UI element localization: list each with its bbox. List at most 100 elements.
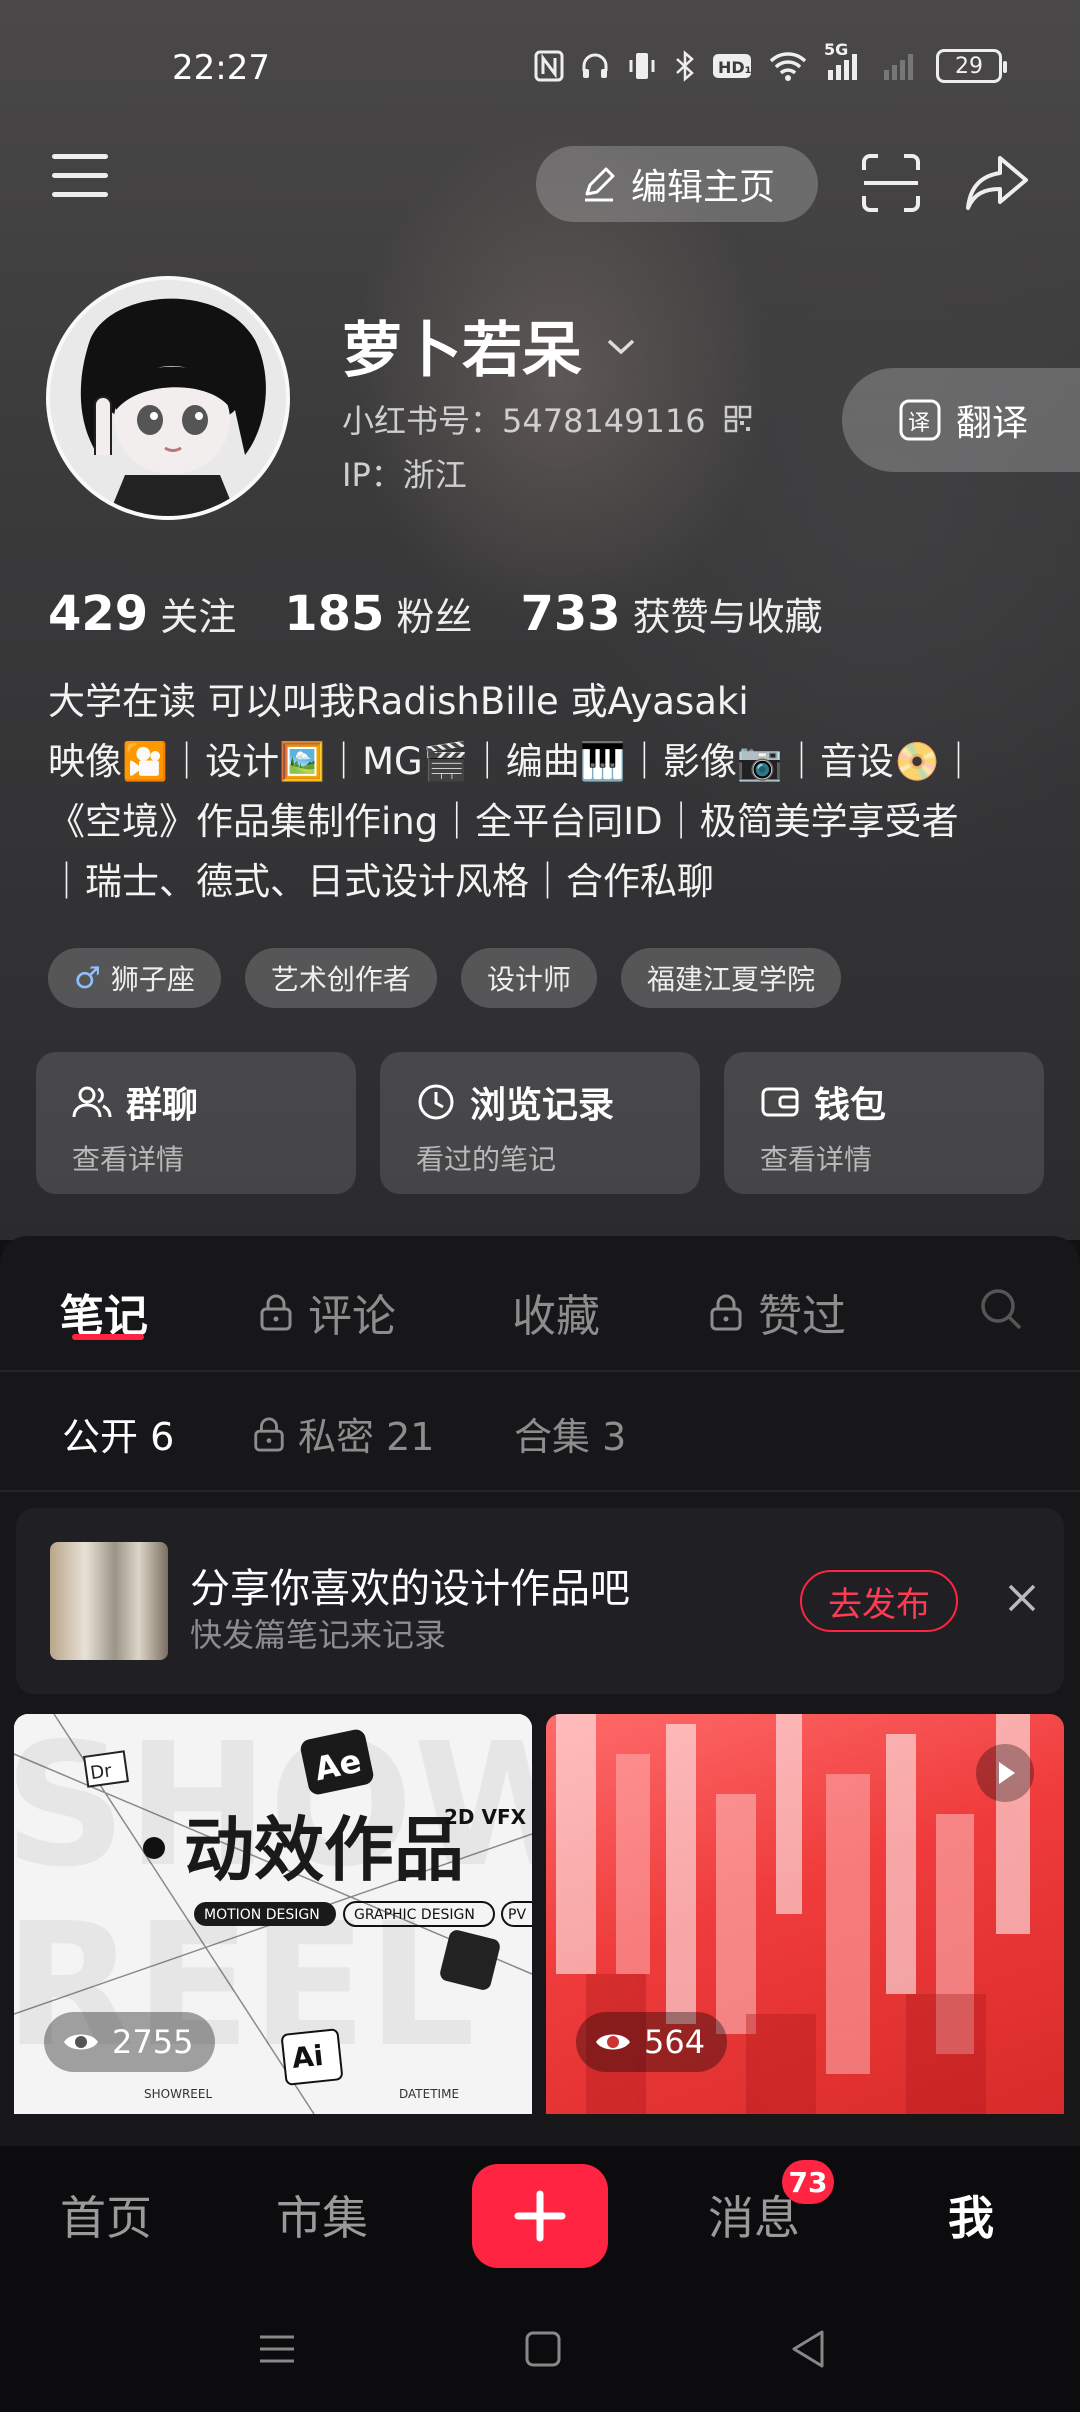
nav-me[interactable]: 我: [948, 2182, 994, 2248]
edit-profile-button[interactable]: 编辑主页: [536, 146, 818, 222]
wifi-icon: [768, 46, 808, 86]
hd-text: HD₁: [718, 58, 752, 77]
signal-2-icon: [880, 46, 920, 86]
card-subtitle: 查看详情: [760, 1143, 873, 1176]
tab-comments[interactable]: 评论: [258, 1280, 396, 1344]
nav-home[interactable]: 首页: [60, 2182, 152, 2248]
stat-following[interactable]: 429 关注: [48, 586, 236, 642]
chevron-down-icon[interactable]: [606, 326, 636, 366]
stat-value: 185: [284, 586, 385, 642]
ip-location: IP：浙江: [342, 456, 467, 494]
bio-line: ｜瑞士、德式、日式设计风格｜合作私聊: [48, 860, 714, 903]
scan-icon[interactable]: [860, 152, 922, 214]
home-icon[interactable]: [520, 2326, 566, 2372]
active-tab-indicator: [72, 1334, 144, 1340]
gender-male-icon: ♂: [74, 960, 101, 996]
eye-icon: [596, 2034, 630, 2050]
promo-title: 分享你喜欢的设计作品吧: [190, 1566, 630, 1612]
stat-followers[interactable]: 185 粉丝: [284, 586, 472, 642]
bio: 大学在读 可以叫我RadishBille 或Ayasaki 映像🎦｜设计🖼️｜M…: [48, 672, 1058, 912]
cover-headline: 动效作品: [184, 1809, 464, 1891]
nav-market[interactable]: 市集: [276, 2182, 368, 2248]
publish-button[interactable]: 去发布: [800, 1570, 958, 1632]
message-badge: 73: [782, 2160, 834, 2204]
card-subtitle: 查看详情: [72, 1143, 185, 1176]
recent-apps-icon[interactable]: [254, 2326, 300, 2372]
cover-pill: PV: [508, 1907, 526, 1923]
tab-label: 评论: [308, 1291, 396, 1342]
subtab-private[interactable]: 私密 21: [252, 1406, 434, 1461]
svg-text:Dr: Dr: [89, 1760, 114, 1784]
headphones-icon: [580, 46, 610, 86]
close-icon[interactable]: [1000, 1576, 1044, 1620]
wallet-card[interactable]: 钱包 查看详情: [724, 1052, 1044, 1194]
profile-tags: ♂ 狮子座 艺术创作者 设计师 福建江夏学院: [48, 948, 841, 1008]
group-chat-card[interactable]: 群聊 查看详情: [36, 1052, 356, 1194]
view-count: 2755: [112, 2023, 194, 2061]
subtab-label: 公开 6: [62, 1415, 175, 1459]
cover-vfx: 2D VFX: [444, 1805, 527, 1829]
tag-label: 福建江夏学院: [646, 963, 815, 996]
tab-liked[interactable]: 赞过: [708, 1280, 846, 1344]
stat-label: 获赞与收藏: [632, 595, 823, 639]
promo-thumbnail: [50, 1542, 168, 1660]
note-card[interactable]: SHOW REEL Ae Dr 动效作品 2D VFX MOTION DESIG…: [14, 1714, 532, 2114]
stat-likes-collects[interactable]: 733 获赞与收藏: [520, 586, 822, 642]
tag-designer: 设计师: [460, 948, 597, 1008]
search-icon[interactable]: [978, 1286, 1024, 1332]
publish-prompt-banner: 分享你喜欢的设计作品吧 快发篇笔记来记录 去发布: [16, 1508, 1064, 1694]
hd-voice-icon: HD₁: [712, 46, 752, 86]
note-card[interactable]: 564: [546, 1714, 1064, 2114]
tab-collections[interactable]: 收藏: [512, 1280, 600, 1344]
bottom-nav: 首页 市集 消息 73 我: [0, 2146, 1080, 2286]
tag-label: 设计师: [486, 963, 571, 996]
nfc-icon: [534, 46, 564, 86]
subtab-label: 合集 3: [514, 1415, 627, 1459]
tag-label: 狮子座: [110, 963, 195, 996]
plus-icon: [514, 2190, 566, 2242]
edit-profile-label: 编辑主页: [630, 167, 775, 208]
lock-icon: [254, 1417, 284, 1451]
eye-icon: [64, 2034, 98, 2050]
subtab-albums[interactable]: 合集 3: [514, 1406, 626, 1461]
status-bar: 22:27 HD₁ 5G 29: [0, 0, 1080, 140]
translate-button[interactable]: 译 翻译: [842, 368, 1080, 472]
share-icon[interactable]: [964, 152, 1030, 214]
subtab-label: 私密 21: [298, 1415, 435, 1459]
nickname: 萝卜若呆: [342, 302, 636, 389]
avatar[interactable]: [46, 276, 290, 520]
quick-cards: 群聊 查看详情 浏览记录 看过的笔记 钱包 查看详情: [36, 1052, 1044, 1194]
card-subtitle: 看过的笔记: [416, 1143, 557, 1176]
battery-icon: 29: [936, 49, 1007, 83]
card-title: 钱包: [814, 1085, 887, 1126]
tag-artist: 艺术创作者: [244, 948, 437, 1008]
divider: [0, 1490, 1080, 1492]
tag-label: 艺术创作者: [270, 963, 411, 996]
back-icon[interactable]: [786, 2326, 832, 2372]
menu-icon[interactable]: [52, 154, 108, 198]
qr-code-icon[interactable]: [724, 405, 752, 433]
stat-value: 429: [48, 586, 149, 642]
group-icon: [72, 1086, 112, 1118]
bio-line: 映像🎦｜设计🖼️｜MG🎬｜编曲🎹｜影像📷｜音设📀｜: [48, 740, 978, 783]
stat-label: 关注: [160, 595, 237, 639]
lock-icon: [260, 1294, 292, 1331]
view-count-badge: 564: [576, 2012, 728, 2072]
tab-label: 赞过: [758, 1291, 846, 1342]
cover-pill: GRAPHIC DESIGN: [354, 1907, 475, 1923]
stat-label: 粉丝: [396, 595, 473, 639]
profile-stats: 429 关注 185 粉丝 733 获赞与收藏: [48, 586, 823, 642]
svg-text:Ai: Ai: [290, 2039, 325, 2075]
create-note-button[interactable]: [472, 2164, 608, 2268]
wallet-icon: [761, 1087, 799, 1117]
xhs-id: 小红书号：5478149116: [342, 396, 752, 442]
bio-line: 《空境》作品集制作ing｜全平台同ID｜极简美学享受者: [48, 800, 959, 843]
xhs-id-text: 小红书号：5478149116: [342, 402, 706, 440]
subtab-public[interactable]: 公开 6: [62, 1406, 174, 1461]
divider: [0, 1370, 1080, 1372]
tag-zodiac: ♂ 狮子座: [48, 948, 221, 1008]
status-time: 22:27: [172, 48, 270, 88]
history-card[interactable]: 浏览记录 看过的笔记: [380, 1052, 700, 1194]
cover-showreel: SHOWREEL: [144, 2087, 212, 2101]
system-nav-bar: [0, 2286, 1080, 2412]
